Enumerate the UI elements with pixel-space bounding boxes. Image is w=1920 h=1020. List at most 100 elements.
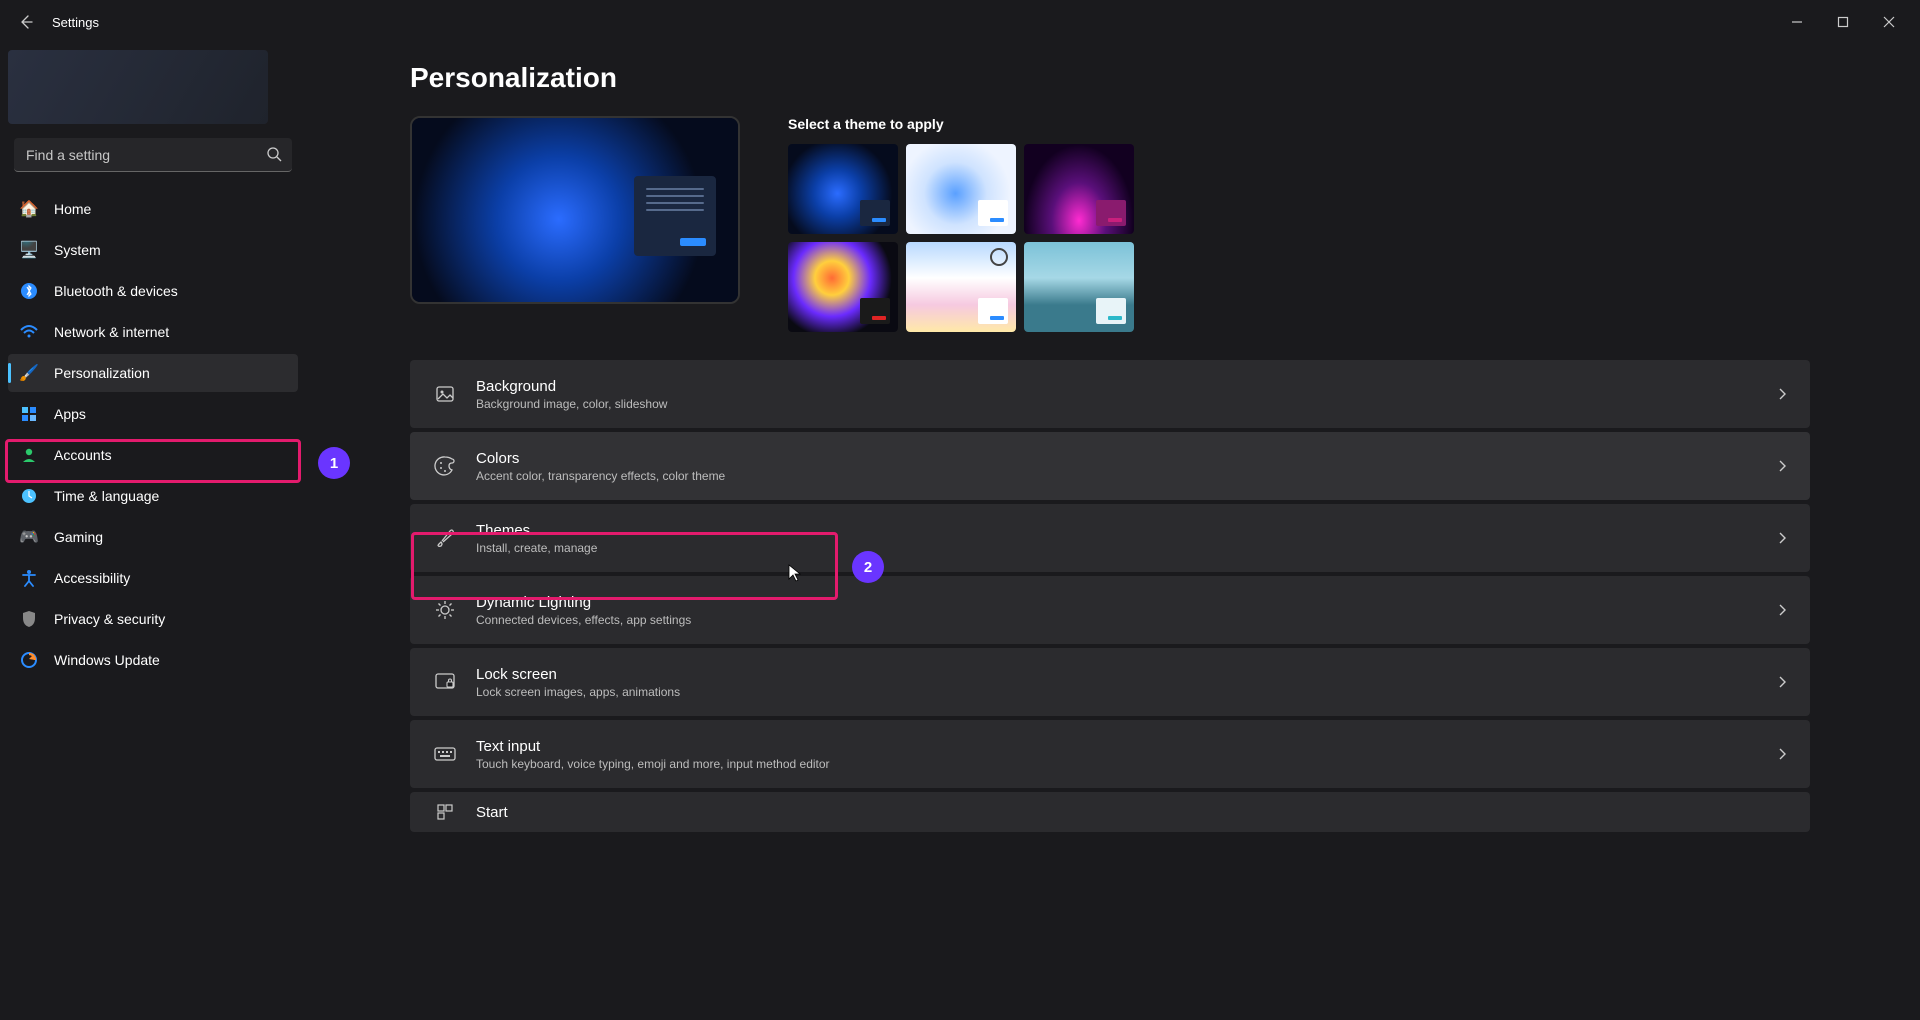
keyboard-icon xyxy=(432,746,458,762)
setting-subtitle: Lock screen images, apps, animations xyxy=(476,685,1776,699)
settings-list: Background Background image, color, slide… xyxy=(410,360,1810,832)
nav-label: Time & language xyxy=(54,488,159,504)
minimize-icon xyxy=(1791,16,1803,28)
themes-column: Select a theme to apply xyxy=(788,116,1810,332)
theme-thumb-3[interactable] xyxy=(1024,144,1134,234)
main-content: Personalization Select a theme to apply xyxy=(310,44,1920,1020)
nav-accessibility[interactable]: Accessibility xyxy=(8,559,298,597)
nav-label: Home xyxy=(54,201,91,217)
nav-gaming[interactable]: 🎮 Gaming xyxy=(8,518,298,556)
desktop-preview xyxy=(410,116,740,304)
setting-title: Text input xyxy=(476,738,1776,755)
setting-colors[interactable]: Colors Accent color, transparency effects… xyxy=(410,432,1810,500)
setting-background[interactable]: Background Background image, color, slide… xyxy=(410,360,1810,428)
chevron-right-icon xyxy=(1776,748,1788,760)
nav-system[interactable]: 🖥️ System xyxy=(8,231,298,269)
nav-accounts[interactable]: Accounts xyxy=(8,436,298,474)
search-icon xyxy=(266,146,282,162)
lightbulb-icon xyxy=(432,600,458,620)
setting-subtitle: Connected devices, effects, app settings xyxy=(476,613,1776,627)
annotation-badge-2: 2 xyxy=(852,551,884,583)
home-icon: 🏠 xyxy=(18,198,40,220)
profile-card[interactable] xyxy=(8,50,268,124)
close-button[interactable] xyxy=(1866,6,1912,38)
setting-start[interactable]: Start xyxy=(410,792,1810,832)
image-icon xyxy=(432,384,458,404)
theme-thumb-6[interactable] xyxy=(1024,242,1134,332)
setting-lock-screen[interactable]: Lock screen Lock screen images, apps, ani… xyxy=(410,648,1810,716)
setting-title: Colors xyxy=(476,450,1776,467)
nav-label: Windows Update xyxy=(54,652,160,668)
nav-label: System xyxy=(54,242,101,258)
nav-apps[interactable]: Apps xyxy=(8,395,298,433)
theme-grid xyxy=(788,144,1148,332)
setting-text-input[interactable]: Text input Touch keyboard, voice typing, … xyxy=(410,720,1810,788)
setting-title: Lock screen xyxy=(476,666,1776,683)
bluetooth-icon xyxy=(18,280,40,302)
nav-privacy[interactable]: Privacy & security xyxy=(8,600,298,638)
nav-list: 🏠 Home 🖥️ System Bluetooth & devices Netwo… xyxy=(8,190,298,679)
brush-icon xyxy=(432,528,458,548)
chevron-right-icon xyxy=(1776,676,1788,688)
clock-globe-icon xyxy=(18,485,40,507)
back-button[interactable] xyxy=(8,4,44,40)
palette-icon xyxy=(432,455,458,477)
sidebar: 🏠 Home 🖥️ System Bluetooth & devices Netwo… xyxy=(0,44,310,1020)
theme-thumb-5[interactable] xyxy=(906,242,1016,332)
window-title: Settings xyxy=(52,15,99,30)
setting-subtitle: Accent color, transparency effects, colo… xyxy=(476,469,1776,483)
system-icon: 🖥️ xyxy=(18,239,40,261)
apps-icon xyxy=(18,403,40,425)
nav-home[interactable]: 🏠 Home xyxy=(8,190,298,228)
back-arrow-icon xyxy=(18,14,34,30)
nav-bluetooth[interactable]: Bluetooth & devices xyxy=(8,272,298,310)
setting-subtitle: Background image, color, slideshow xyxy=(476,397,1776,411)
maximize-icon xyxy=(1837,16,1849,28)
nav-label: Apps xyxy=(54,406,86,422)
search-container xyxy=(14,138,292,172)
titlebar: Settings xyxy=(0,0,1920,44)
nav-label: Gaming xyxy=(54,529,103,545)
shield-icon xyxy=(18,608,40,630)
nav-label: Personalization xyxy=(54,365,150,381)
annotation-badge-1: 1 xyxy=(318,447,350,479)
theme-thumb-4[interactable] xyxy=(788,242,898,332)
nav-label: Bluetooth & devices xyxy=(54,283,178,299)
close-icon xyxy=(1883,16,1895,28)
chevron-right-icon xyxy=(1776,388,1788,400)
preview-window-mock xyxy=(634,176,716,256)
nav-windows-update[interactable]: Windows Update xyxy=(8,641,298,679)
setting-title: Dynamic Lighting xyxy=(476,594,1776,611)
nav-personalization[interactable]: 🖌️ Personalization xyxy=(8,354,298,392)
start-icon xyxy=(432,803,458,821)
accessibility-icon xyxy=(18,567,40,589)
setting-title: Start xyxy=(476,804,1788,821)
setting-subtitle: Install, create, manage xyxy=(476,541,1776,555)
setting-subtitle: Touch keyboard, voice typing, emoji and … xyxy=(476,757,1776,771)
minimize-button[interactable] xyxy=(1774,6,1820,38)
theme-thumb-2[interactable] xyxy=(906,144,1016,234)
nav-label: Privacy & security xyxy=(54,611,165,627)
nav-network[interactable]: Network & internet xyxy=(8,313,298,351)
lock-screen-icon xyxy=(432,672,458,692)
gamepad-icon: 🎮 xyxy=(18,526,40,548)
nav-label: Network & internet xyxy=(54,324,169,340)
nav-time-language[interactable]: Time & language xyxy=(8,477,298,515)
theme-thumb-1[interactable] xyxy=(788,144,898,234)
chevron-right-icon xyxy=(1776,460,1788,472)
setting-title: Themes xyxy=(476,522,1776,539)
paintbrush-icon: 🖌️ xyxy=(18,362,40,384)
setting-dynamic-lighting[interactable]: Dynamic Lighting Connected devices, effec… xyxy=(410,576,1810,644)
chevron-right-icon xyxy=(1776,532,1788,544)
page-title: Personalization xyxy=(410,62,1810,94)
nav-label: Accounts xyxy=(54,447,112,463)
search-input[interactable] xyxy=(14,138,292,172)
wifi-icon xyxy=(18,321,40,343)
chevron-right-icon xyxy=(1776,604,1788,616)
setting-themes[interactable]: Themes Install, create, manage xyxy=(410,504,1810,572)
nav-label: Accessibility xyxy=(54,570,130,586)
update-icon xyxy=(18,649,40,671)
themes-heading: Select a theme to apply xyxy=(788,116,1810,132)
setting-title: Background xyxy=(476,378,1776,395)
maximize-button[interactable] xyxy=(1820,6,1866,38)
